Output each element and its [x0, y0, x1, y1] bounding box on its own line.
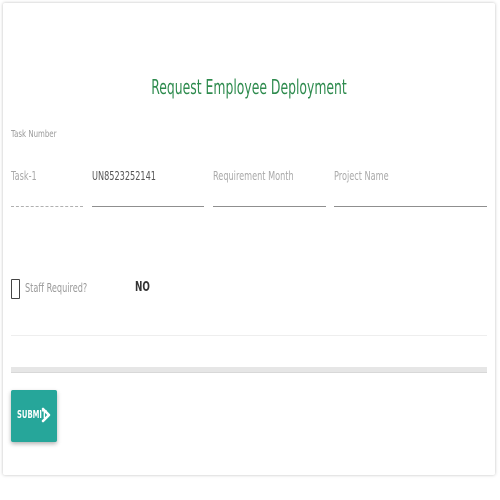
requirement-month-field[interactable]: Requirement Month — [213, 163, 326, 207]
employee-id-value: UN8523252141 — [92, 169, 156, 183]
task-field-underline — [11, 206, 83, 207]
staff-required-label: Staff Required? — [25, 281, 88, 295]
project-name-field[interactable]: Project Name — [334, 163, 487, 207]
task-field-value: Task-1 — [11, 169, 37, 183]
project-name-placeholder: Project Name — [334, 169, 389, 183]
section-divider-bar — [11, 367, 487, 373]
section-divider — [11, 335, 487, 336]
staff-required-checkbox[interactable] — [11, 279, 20, 299]
employee-id-field[interactable]: UN8523252141 — [92, 163, 204, 207]
employee-id-underline — [92, 206, 204, 207]
submit-button[interactable]: SUBMIT — [11, 390, 57, 442]
requirement-month-underline — [213, 206, 326, 207]
task-number-label: Task Number — [11, 129, 57, 140]
task-field[interactable]: Task-1 — [11, 163, 83, 207]
staff-required-value: NO — [135, 280, 150, 295]
chevron-right-icon — [41, 407, 51, 423]
deployment-form-card: Request Employee Deployment Task Number … — [3, 3, 495, 475]
project-name-underline — [334, 206, 487, 207]
staff-required-row: Staff Required? NO — [11, 277, 211, 303]
form-title: Request Employee Deployment — [151, 75, 347, 99]
requirement-month-placeholder: Requirement Month — [213, 169, 294, 183]
